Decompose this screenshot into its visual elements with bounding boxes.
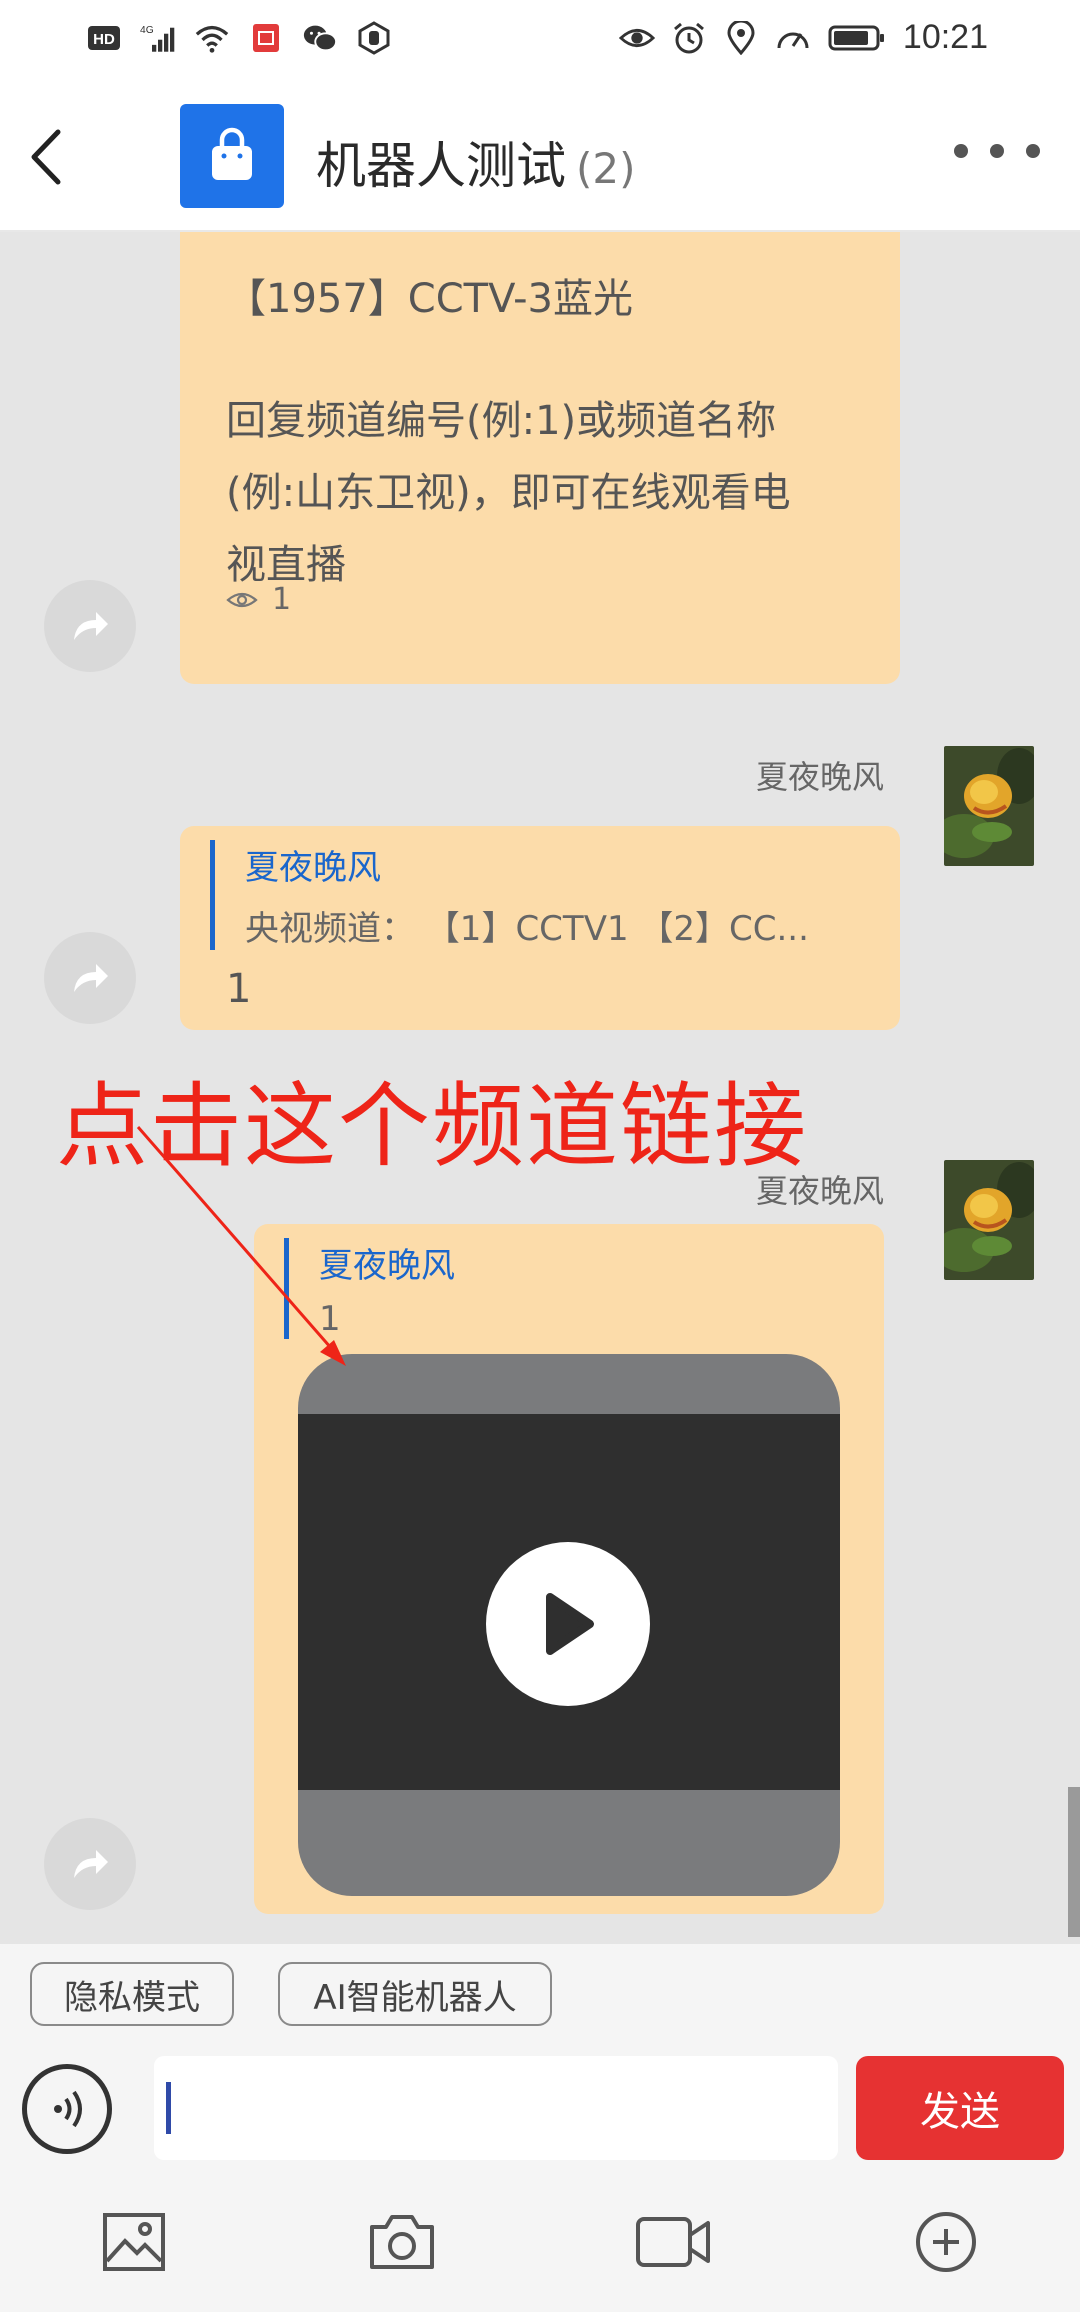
quote-sender: 夏夜晚风 — [245, 848, 381, 888]
message-line: (例:山东卫视)，即可在线观看电 — [226, 470, 791, 516]
quoted-message[interactable]: 夏夜晚风 1 — [284, 1238, 455, 1339]
forward-button[interactable] — [44, 1818, 136, 1910]
camera-button[interactable] — [366, 2206, 438, 2278]
hd-icon: HD — [86, 20, 122, 56]
attachment-toolbar — [0, 2180, 1080, 2312]
alarm-icon — [671, 20, 707, 56]
dot-icon — [990, 144, 1004, 158]
dot-icon — [954, 144, 968, 158]
more-button[interactable] — [910, 2206, 982, 2278]
voice-button[interactable] — [22, 2064, 112, 2154]
quote-text: 央视频道： 【1】CCTV1 【2】CC... — [245, 909, 809, 949]
chat-header: 机器人测试 (2) — [0, 80, 1080, 232]
dot-icon — [1026, 144, 1040, 158]
quote-sender: 夏夜晚风 — [319, 1246, 455, 1286]
forward-button[interactable] — [44, 580, 136, 672]
annotation-text: 点击这个频道链接 — [56, 1073, 809, 1180]
member-count: (2) — [576, 144, 636, 193]
eye-icon — [226, 592, 258, 607]
quoted-message[interactable]: 夏夜晚风 央视频道： 【1】CCTV1 【2】CC... — [210, 840, 809, 950]
page-title: 机器人测试 (2) — [316, 126, 636, 198]
bot-message-bubble[interactable]: 【1957】CCTV-3蓝光 回复频道编号(例:1)或频道名称 (例:山东卫视)… — [180, 232, 900, 684]
battery-icon — [827, 20, 887, 56]
ai-robot-chip[interactable]: AI智能机器人 — [278, 1962, 552, 2026]
status-time: 10:21 — [902, 18, 988, 56]
more-options-button[interactable] — [954, 144, 1040, 158]
wechat-icon — [302, 20, 338, 56]
svg-text:4G: 4G — [140, 25, 154, 36]
status-bar: HD 4G 10:21 — [0, 0, 1080, 80]
message-line: 【1957】CCTV-3蓝光 — [226, 276, 633, 322]
privacy-mode-chip[interactable]: 隐私模式 — [30, 1962, 234, 2026]
voice-icon — [54, 2090, 82, 2128]
reply-message-bubble[interactable]: 夏夜晚风 央视频道： 【1】CCTV1 【2】CC... 1 — [180, 826, 900, 1030]
shopping-bag-icon — [212, 127, 252, 180]
video-camera-icon — [636, 2217, 710, 2267]
avatar[interactable] — [944, 1160, 1034, 1280]
app-notification-icon — [248, 20, 284, 56]
location-icon — [723, 20, 759, 56]
hand-icon — [356, 20, 392, 56]
quote-text: 1 — [319, 1299, 341, 1339]
signal-4g-icon: 4G — [140, 20, 176, 56]
camera-icon — [370, 2215, 434, 2269]
forward-icon — [74, 964, 108, 992]
image-button[interactable] — [98, 2206, 170, 2278]
view-count-value: 1 — [272, 582, 292, 617]
group-name: 机器人测试 — [316, 137, 566, 195]
sender-name: 夏夜晚风 — [756, 758, 885, 796]
send-button[interactable]: 发送 — [856, 2056, 1064, 2160]
chat-area[interactable]: 【1957】CCTV-3蓝光 回复频道编号(例:1)或频道名称 (例:山东卫视)… — [0, 232, 1080, 1944]
input-bar: 发送 — [0, 2044, 1080, 2180]
speed-icon — [775, 20, 811, 56]
video-call-button[interactable] — [634, 2206, 714, 2278]
message-text: 1 — [226, 966, 252, 1012]
text-cursor — [166, 2082, 171, 2134]
back-button[interactable] — [22, 126, 72, 188]
chevron-left-icon — [31, 129, 61, 185]
play-button[interactable] — [486, 1542, 650, 1706]
rose-photo-avatar — [944, 1160, 1034, 1280]
wifi-icon — [194, 20, 230, 56]
view-count: 1 — [226, 582, 291, 617]
eye-icon — [618, 20, 655, 56]
forward-icon — [74, 1850, 108, 1878]
message-line: 回复频道编号(例:1)或频道名称 — [226, 398, 777, 444]
image-icon — [103, 2213, 165, 2271]
video-message-bubble[interactable]: 夏夜晚风 1 — [254, 1224, 884, 1914]
scrollbar[interactable] — [1068, 1787, 1080, 1937]
plus-circle-icon — [916, 2212, 976, 2272]
forward-icon — [74, 612, 108, 640]
group-avatar[interactable] — [180, 104, 284, 208]
quick-chips-bar: 隐私模式 AI智能机器人 — [0, 1944, 1080, 2044]
play-icon — [546, 1593, 594, 1655]
rose-photo-avatar — [944, 746, 1034, 866]
svg-text:HD: HD — [93, 31, 115, 48]
avatar[interactable] — [944, 746, 1034, 866]
message-input[interactable] — [154, 2056, 838, 2160]
video-player[interactable] — [298, 1354, 840, 1896]
forward-button[interactable] — [44, 932, 136, 1024]
